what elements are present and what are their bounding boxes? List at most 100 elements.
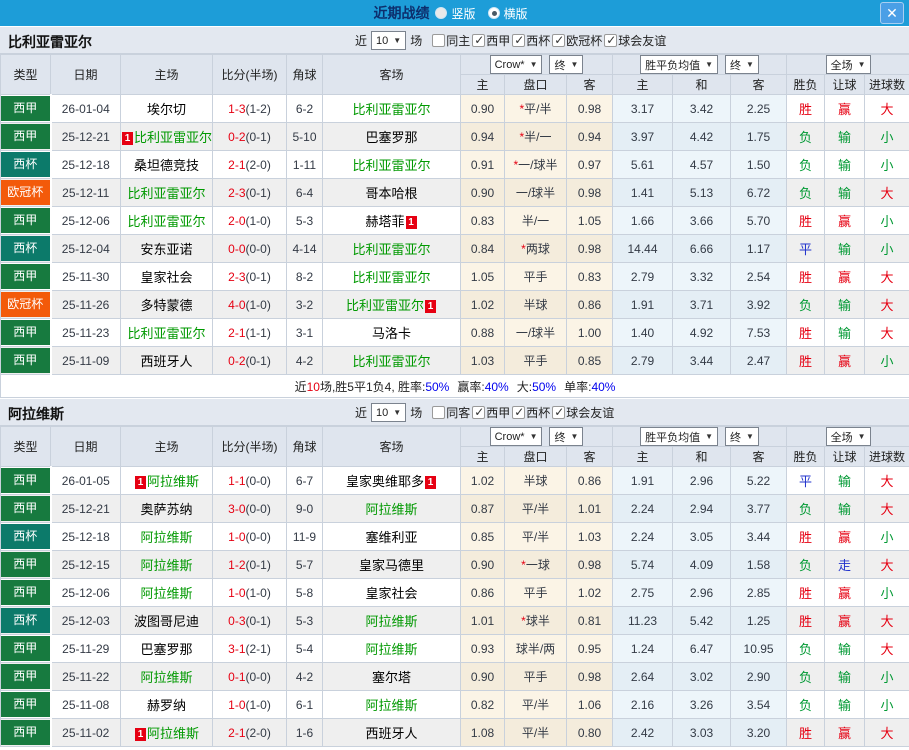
odds-away-win: 1.17 (731, 235, 787, 263)
result-outcome: 负 (787, 291, 825, 319)
result-handicap: 输 (825, 123, 865, 151)
odds-away-win: 10.95 (731, 635, 787, 663)
col-header-away: 客场 (323, 55, 461, 95)
odds-draw: 4.09 (673, 551, 731, 579)
corner-score: 3-1 (287, 319, 323, 347)
odds-company-select[interactable]: Crow*▼ (490, 427, 543, 446)
result-handicap: 输 (825, 319, 865, 347)
wdl-average-select[interactable]: 胜平负均值▼ (640, 427, 718, 446)
league-badge: 西甲 (1, 551, 51, 579)
games-label: 场 (410, 404, 422, 421)
result-outcome: 胜 (787, 523, 825, 551)
result-handicap: 输 (825, 179, 865, 207)
odds-home-win: 1.41 (613, 179, 673, 207)
filter-checkbox-checked[interactable] (472, 406, 485, 419)
handicap-odds-away: 0.85 (567, 347, 613, 375)
home-team: 比利亚雷亚尔 (121, 319, 213, 347)
handicap-odds-away: 0.98 (567, 95, 613, 123)
subcol-away-odds: 客 (567, 447, 613, 467)
subcol-outcome: 胜负 (787, 75, 825, 95)
scope-select[interactable]: 全场▼ (826, 427, 871, 446)
odds-draw: 4.57 (673, 151, 731, 179)
subcol-handicap: 盘口 (505, 447, 567, 467)
filter-checkbox-checked[interactable] (552, 34, 565, 47)
radio-vertical-layout[interactable] (435, 7, 447, 19)
col-header-type: 类型 (1, 55, 51, 95)
filter-checkbox-checked[interactable] (472, 34, 485, 47)
home-team: 奥萨苏纳 (121, 495, 213, 523)
result-goals: 大 (865, 467, 909, 495)
away-team: 比利亚雷亚尔1 (323, 291, 461, 319)
handicap-odds-away: 1.01 (567, 495, 613, 523)
table-row: 西甲 26-01-04 埃尔切 1-3(1-2) 6-2 比利亚雷亚尔 0.90… (1, 95, 909, 123)
result-goals: 大 (865, 551, 909, 579)
filter-checkbox-checked[interactable] (604, 34, 617, 47)
handicap-odds-home: 0.85 (461, 523, 505, 551)
subcol-goals: 进球数 (865, 447, 909, 467)
red-card-badge: 1 (135, 476, 146, 489)
result-outcome: 负 (787, 179, 825, 207)
filter-checkbox-checked[interactable] (512, 406, 525, 419)
league-badge: 西杯 (1, 235, 51, 263)
odds-company-select[interactable]: Crow*▼ (490, 55, 543, 74)
handicap-odds-away: 0.81 (567, 607, 613, 635)
europe-odds-group-header: 胜平负均值▼ 终▼ (613, 55, 787, 75)
radio-horizontal-layout[interactable] (488, 7, 500, 19)
match-date: 25-11-29 (51, 635, 121, 663)
odds-draw: 2.94 (673, 495, 731, 523)
result-handicap: 赢 (825, 347, 865, 375)
chevron-down-icon: ▼ (570, 432, 578, 441)
match-score: 0-2(0-1) (213, 347, 287, 375)
filter-checkbox-label: 欧冠杯 (566, 34, 602, 48)
result-goals: 小 (865, 691, 909, 719)
odds-away-win: 3.77 (731, 495, 787, 523)
handicap-line: 半球 (505, 291, 567, 319)
match-date: 25-12-21 (51, 123, 121, 151)
handicap-line: 一/球半 (505, 179, 567, 207)
handicap-odds-home: 0.90 (461, 663, 505, 691)
scope-select[interactable]: 全场▼ (826, 55, 871, 74)
final-odds-select[interactable]: 终▼ (549, 55, 583, 74)
handicap-odds-away: 1.00 (567, 319, 613, 347)
result-goals: 小 (865, 235, 909, 263)
result-handicap: 输 (825, 235, 865, 263)
handicap-odds-away: 0.98 (567, 551, 613, 579)
chevron-down-icon: ▼ (858, 60, 866, 69)
filter-checkbox-label: 球会友谊 (566, 406, 614, 420)
result-goals: 大 (865, 179, 909, 207)
wdl-average-select[interactable]: 胜平负均值▼ (640, 55, 718, 74)
match-count-select[interactable]: 10▼ (371, 31, 406, 50)
handicap-odds-home: 0.90 (461, 95, 505, 123)
odds-home-win: 2.64 (613, 663, 673, 691)
match-count-select[interactable]: 10▼ (371, 403, 406, 422)
result-goals: 大 (865, 95, 909, 123)
odds-away-win: 3.20 (731, 719, 787, 747)
home-team: 皇家社会 (121, 263, 213, 291)
handicap-line: 球半/两 (505, 635, 567, 663)
odds-home-win: 1.91 (613, 291, 673, 319)
result-handicap: 赢 (825, 607, 865, 635)
col-header-score: 比分(半场) (213, 427, 287, 467)
corner-score: 3-2 (287, 291, 323, 319)
handicap-odds-away: 1.05 (567, 207, 613, 235)
odds-draw: 3.03 (673, 719, 731, 747)
handicap-odds-away: 0.80 (567, 719, 613, 747)
home-team: 1阿拉维斯 (121, 467, 213, 495)
odds-draw: 3.71 (673, 291, 731, 319)
final-odds-select[interactable]: 终▼ (725, 427, 759, 446)
alaves-results-table: 类型 日期 主场 比分(半场) 角球 客场 Crow*▼ 终▼ 胜平负均值▼ 终… (0, 426, 909, 747)
filter-checkbox-checked[interactable] (552, 406, 565, 419)
filter-checkbox-unchecked[interactable] (432, 406, 445, 419)
close-button[interactable]: ✕ (880, 2, 904, 24)
filter-checkbox-unchecked[interactable] (432, 34, 445, 47)
match-date: 25-12-06 (51, 207, 121, 235)
match-score: 2-3(0-1) (213, 179, 287, 207)
filter-checkbox-label: 西杯 (526, 34, 550, 48)
filter-checkbox-checked[interactable] (512, 34, 525, 47)
result-goals: 小 (865, 123, 909, 151)
handicap-odds-home: 1.02 (461, 291, 505, 319)
final-odds-select[interactable]: 终▼ (725, 55, 759, 74)
result-handicap: 走 (825, 551, 865, 579)
odds-away-win: 6.72 (731, 179, 787, 207)
final-odds-select[interactable]: 终▼ (549, 427, 583, 446)
